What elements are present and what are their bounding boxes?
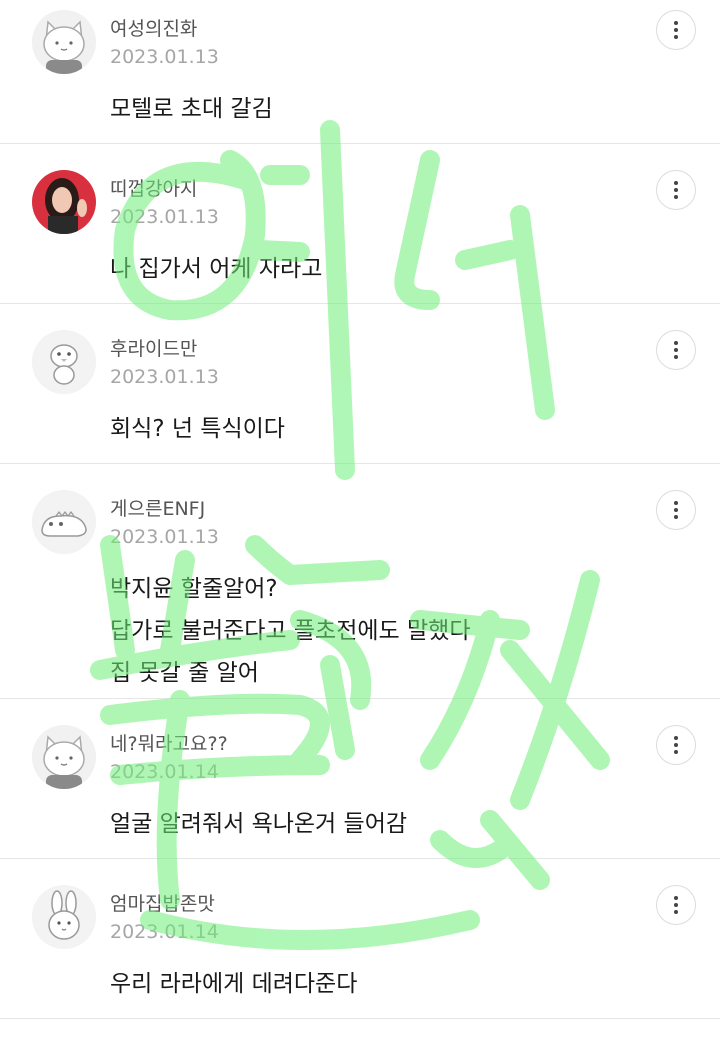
comment-date: 2023.01.13: [110, 526, 219, 548]
more-dot: [674, 910, 678, 914]
comment-text: 우리 라라에게 데려다준다: [110, 963, 357, 1005]
comment-line: 얼굴 알려줘서 욕나온거 들어감: [110, 811, 408, 837]
comment-line: 회식? 넌 특식이다: [110, 416, 285, 442]
more-options-button[interactable]: [656, 10, 696, 50]
more-dot: [674, 515, 678, 519]
divider: [0, 143, 720, 144]
comment-item: 게으른ENFJ 2023.01.13 박지윤 할줄알어? 답가로 불러준다고 플…: [0, 480, 720, 698]
comment-date: 2023.01.13: [110, 366, 219, 388]
divider: [0, 698, 720, 699]
more-dot: [674, 188, 678, 192]
comment-date: 2023.01.13: [110, 206, 219, 228]
more-vertical-icon: [674, 896, 678, 900]
more-options-button[interactable]: [656, 885, 696, 925]
divider: [0, 1018, 720, 1019]
more-dot: [674, 28, 678, 32]
gray-cat-avatar-icon[interactable]: [32, 10, 96, 74]
more-dot: [674, 348, 678, 352]
more-dot: [674, 903, 678, 907]
comment-text: 박지윤 할줄알어? 답가로 불러준다고 플초전에도 말했다 집 못갈 줄 알어: [110, 568, 471, 694]
comment-date: 2023.01.14: [110, 921, 219, 943]
comment-author[interactable]: 여성의진화: [110, 14, 197, 41]
comment-text: 모텔로 초대 갈김: [110, 88, 273, 130]
comment-author[interactable]: 네?뭐라고요??: [110, 729, 228, 756]
more-options-button[interactable]: [656, 490, 696, 530]
comment-item: 띠껍강아지 2023.01.13 나 집가서 어케 자라고: [0, 160, 720, 303]
more-dot: [674, 35, 678, 39]
gray-cat-avatar-icon[interactable]: [32, 725, 96, 789]
divider: [0, 303, 720, 304]
lizard-avatar-icon[interactable]: [32, 490, 96, 554]
divider: [0, 858, 720, 859]
comment-line: 우리 라라에게 데려다준다: [110, 971, 358, 997]
bunny-avatar-icon[interactable]: [32, 885, 96, 949]
more-options-button[interactable]: [656, 725, 696, 765]
comment-author[interactable]: 띠껍강아지: [110, 174, 197, 201]
comment-line: 답가로 불러준다고 플초전에도 말했다: [110, 618, 471, 644]
chick-avatar-icon[interactable]: [32, 330, 96, 394]
more-dot: [674, 508, 678, 512]
more-dot: [674, 743, 678, 747]
comment-line: 나 집가서 어케 자라고: [110, 256, 323, 282]
more-dot: [674, 355, 678, 359]
comment-line: 박지윤 할줄알어?: [110, 576, 278, 602]
more-vertical-icon: [674, 181, 678, 185]
more-vertical-icon: [674, 341, 678, 345]
more-dot: [674, 750, 678, 754]
more-vertical-icon: [674, 736, 678, 740]
comment-author[interactable]: 후라이드만: [110, 334, 197, 361]
comment-item: 후라이드만 2023.01.13 회식? 넌 특식이다: [0, 320, 720, 463]
comment-date: 2023.01.14: [110, 761, 219, 783]
comment-item: 네?뭐라고요?? 2023.01.14 얼굴 알려줘서 욕나온거 들어감: [0, 715, 720, 858]
more-vertical-icon: [674, 501, 678, 505]
more-vertical-icon: [674, 21, 678, 25]
comment-date: 2023.01.13: [110, 46, 219, 68]
comment-author[interactable]: 엄마집밥존맛: [110, 889, 215, 916]
comment-item: 엄마집밥존맛 2023.01.14 우리 라라에게 데려다준다: [0, 875, 720, 1018]
more-dot: [674, 195, 678, 199]
comment-line: 집 못갈 줄 알어: [110, 660, 259, 686]
comment-author[interactable]: 게으른ENFJ: [110, 494, 205, 521]
comment-text: 회식? 넌 특식이다: [110, 408, 285, 450]
photo-avatar-icon[interactable]: [32, 170, 96, 234]
comment-text: 나 집가서 어케 자라고: [110, 248, 322, 290]
comment-text: 얼굴 알려줘서 욕나온거 들어감: [110, 803, 407, 845]
comment-item: 여성의진화 2023.01.13 모텔로 초대 갈김: [0, 0, 720, 143]
divider: [0, 463, 720, 464]
more-options-button[interactable]: [656, 330, 696, 370]
more-options-button[interactable]: [656, 170, 696, 210]
comment-line: 모텔로 초대 갈김: [110, 96, 273, 122]
